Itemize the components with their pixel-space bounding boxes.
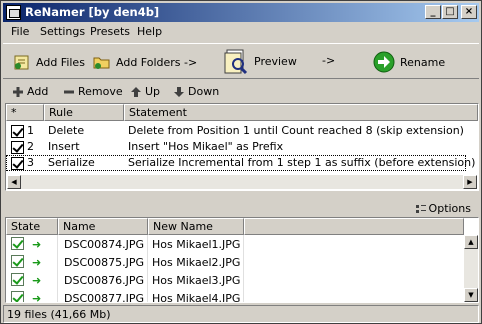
files-header-new-name[interactable]: New Name <box>148 218 244 235</box>
rule-name: Delete <box>48 124 85 137</box>
scroll-left-icon[interactable]: ◀ <box>7 175 21 189</box>
scroll-up-icon[interactable]: ▲ <box>464 235 478 249</box>
remove-rule-label: Remove <box>78 85 123 98</box>
status-text: 19 files (41,66 Mb) <box>7 308 111 321</box>
file-row[interactable]: ➜ DSC00877.JPG Hos Mikael4.JPG <box>6 289 464 303</box>
title-bar[interactable]: ReNamer [by den4b] _ □ × <box>3 3 479 22</box>
rules-table: * Rule Statement 1 Delete Delete from Po… <box>5 103 479 191</box>
down-arrow-icon <box>174 86 184 97</box>
file-new-name: Hos Mikael4.JPG <box>152 292 241 303</box>
window-title: ReNamer [by den4b] <box>25 5 160 19</box>
files-header-name[interactable]: Name <box>58 218 148 235</box>
move-down-button[interactable]: Down <box>174 85 219 98</box>
file-new-name: Hos Mikael3.JPG <box>152 274 241 287</box>
files-table: State Name New Name ➜ DSC00874.JPG Hos M… <box>5 217 479 303</box>
add-rule-button[interactable]: Add <box>13 85 48 98</box>
app-icon[interactable] <box>6 5 21 20</box>
green-arrow-icon: ➜ <box>32 256 42 269</box>
main-toolbar: Add Files Add Folders -> Preview -> Rena… <box>3 43 479 79</box>
file-checkbox[interactable] <box>11 291 24 302</box>
files-vertical-scrollbar[interactable]: ▲ ▼ <box>464 235 478 302</box>
rule-row[interactable]: 1 Delete Delete from Position 1 until Co… <box>6 123 466 139</box>
scroll-right-icon[interactable]: ▶ <box>463 175 477 189</box>
add-folders-button[interactable]: Add Folders -> <box>93 50 197 74</box>
file-name: DSC00876.JPG <box>64 274 145 287</box>
file-name: DSC00875.JPG <box>64 256 145 269</box>
preview-icon <box>224 49 248 75</box>
menu-file[interactable]: File <box>11 25 29 38</box>
menu-bar: File Settings Presets Help <box>3 23 479 41</box>
rule-number: 2 <box>27 140 34 153</box>
remove-rule-button[interactable]: Remove <box>64 85 123 98</box>
rename-button[interactable]: Rename <box>373 50 445 74</box>
preview-button[interactable]: Preview <box>223 46 297 76</box>
menu-settings[interactable]: Settings <box>40 25 85 38</box>
rule-row[interactable]: 2 Insert Insert "Hos Mikael" as Prefix <box>6 139 466 155</box>
rule-statement: Insert "Hos Mikael" as Prefix <box>128 140 284 153</box>
files-list: ➜ DSC00874.JPG Hos Mikael1.JPG ➜ DSC0087… <box>6 235 464 303</box>
add-folders-label: Add Folders -> <box>116 55 198 69</box>
green-arrow-icon: ➜ <box>32 274 42 287</box>
file-row[interactable]: ➜ DSC00876.JPG Hos Mikael3.JPG <box>6 271 464 289</box>
rules-horizontal-scrollbar[interactable]: ◀ ▶ <box>7 175 477 189</box>
rule-name: Serialize <box>48 156 95 169</box>
options-button[interactable]: Options <box>415 202 471 215</box>
file-row[interactable]: ➜ DSC00874.JPG Hos Mikael1.JPG <box>6 235 464 253</box>
green-arrow-icon: ➜ <box>32 292 42 303</box>
rule-actions-bar: Add Remove Up Down <box>3 83 479 101</box>
rename-go-icon <box>373 51 395 73</box>
file-name: DSC00877.JPG <box>64 292 145 303</box>
files-header-filler <box>244 218 464 235</box>
rule-checkbox[interactable] <box>11 157 24 170</box>
menu-presets[interactable]: Presets <box>90 25 130 38</box>
file-new-name: Hos Mikael1.JPG <box>152 238 241 251</box>
rules-header-star[interactable]: * <box>6 104 44 121</box>
move-up-button[interactable]: Up <box>131 85 160 98</box>
file-row[interactable]: ➜ DSC00875.JPG Hos Mikael2.JPG <box>6 253 464 271</box>
menu-help[interactable]: Help <box>137 25 162 38</box>
minimize-button[interactable]: _ <box>425 5 441 19</box>
rule-checkbox[interactable] <box>11 141 24 154</box>
rules-header-rule[interactable]: Rule <box>44 104 124 121</box>
folder-icon <box>93 57 110 69</box>
add-files-button[interactable]: Add Files <box>13 50 85 74</box>
add-rule-label: Add <box>27 85 49 98</box>
minus-icon <box>64 90 74 93</box>
rules-header-statement[interactable]: Statement <box>124 104 478 121</box>
rule-name: Insert <box>48 140 80 153</box>
file-checkbox[interactable] <box>11 273 24 286</box>
file-new-name: Hos Mikael2.JPG <box>152 256 241 269</box>
rule-checkbox[interactable] <box>11 125 24 138</box>
close-button[interactable]: × <box>461 5 477 19</box>
file-name: DSC00874.JPG <box>64 238 145 251</box>
move-up-label: Up <box>145 85 161 98</box>
rule-statement: Serialize Incremental from 1 step 1 as s… <box>128 156 476 169</box>
options-label: Options <box>428 202 471 215</box>
rule-number: 1 <box>27 124 34 137</box>
renamer-window: ReNamer [by den4b] _ □ × File Settings P… <box>0 0 482 324</box>
status-bar: 19 files (41,66 Mb) <box>3 305 479 323</box>
file-checkbox[interactable] <box>11 237 24 250</box>
files-header-state[interactable]: State <box>6 218 58 235</box>
plus-icon <box>13 86 23 97</box>
rule-number: 3 <box>27 156 34 169</box>
options-icon <box>415 204 426 213</box>
rule-statement: Delete from Position 1 until Count reach… <box>128 124 464 137</box>
rename-label: Rename <box>400 55 446 69</box>
green-arrow-icon: ➜ <box>32 238 42 251</box>
file-checkbox[interactable] <box>11 255 24 268</box>
maximize-button[interactable]: □ <box>442 5 458 19</box>
rule-row-selected[interactable]: 3 Serialize Serialize Incremental from 1… <box>6 155 475 171</box>
up-arrow-icon <box>131 86 141 97</box>
scroll-down-icon[interactable]: ▼ <box>464 288 478 302</box>
add-files-icon <box>14 55 29 70</box>
arrow-separator: -> <box>322 54 336 67</box>
add-files-label: Add Files <box>36 55 85 69</box>
move-down-label: Down <box>188 85 220 98</box>
preview-label: Preview <box>254 54 297 68</box>
